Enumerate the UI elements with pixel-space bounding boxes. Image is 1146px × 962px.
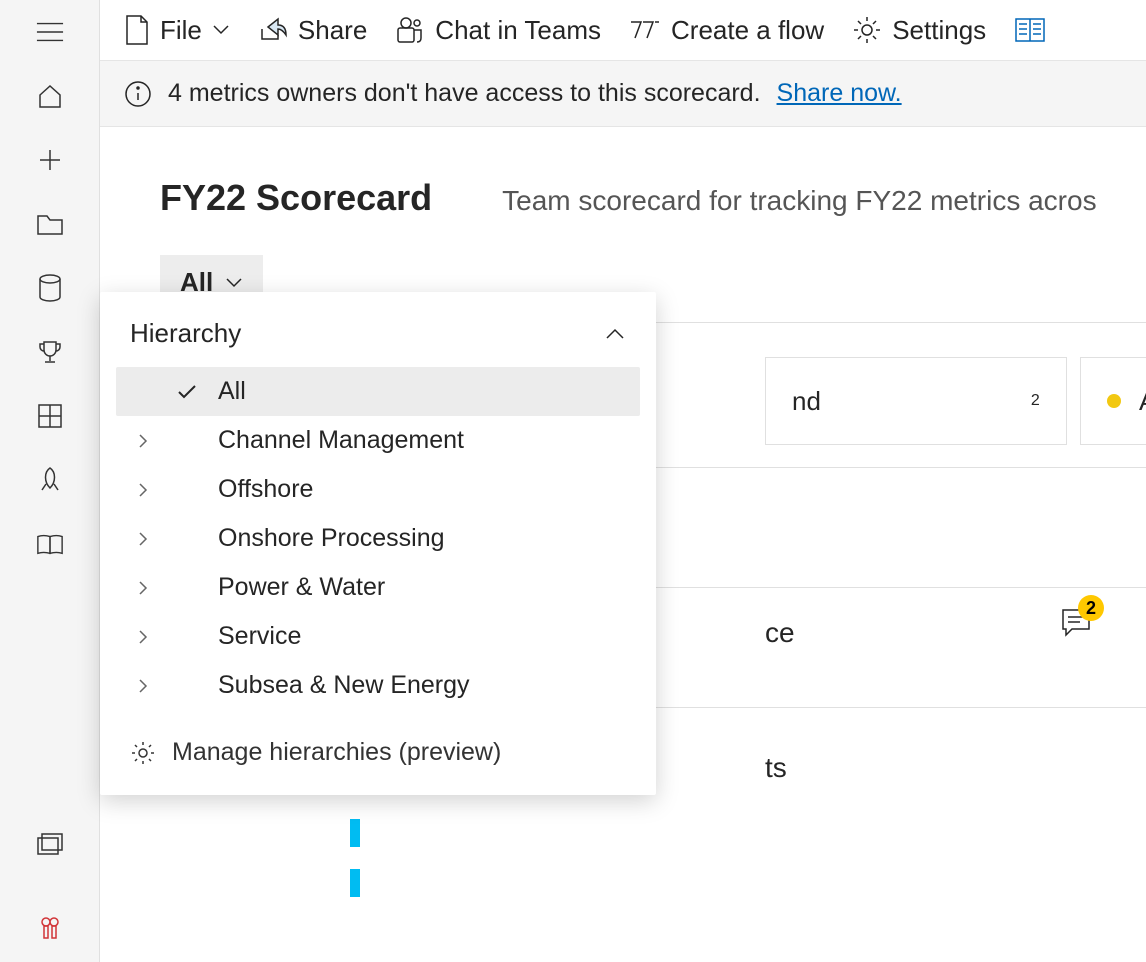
file-menu[interactable]: File (124, 14, 230, 46)
text-fragment-ce: ce (765, 617, 795, 649)
book-icon[interactable] (36, 530, 64, 558)
share-now-link[interactable]: Share now. (777, 79, 902, 108)
hamburger-icon[interactable] (36, 18, 64, 46)
toolbar: File Share Chat in Teams Create a flow S… (100, 0, 1146, 61)
hierarchy-item-power-water[interactable]: Power & Water (116, 563, 640, 612)
hierarchy-item-onshore-processing[interactable]: Onshore Processing (116, 514, 640, 563)
share-icon (258, 17, 288, 43)
banner-text: 4 metrics owners don't have access to th… (168, 79, 761, 108)
behind-count: 2 (1031, 392, 1040, 410)
settings-label: Settings (892, 15, 986, 46)
hierarchy-item-label: Offshore (218, 475, 313, 504)
timeline-tick (350, 869, 360, 897)
page-title: FY22 Scorecard (160, 177, 432, 219)
hierarchy-item-label: Power & Water (218, 573, 385, 602)
plus-icon[interactable] (36, 146, 64, 174)
hierarchy-item-label: Channel Management (218, 426, 464, 455)
hierarchy-item-subsea-new-energy[interactable]: Subsea & New Energy (116, 661, 640, 710)
text-fragment-ts: ts (765, 752, 787, 784)
chevron-right-icon (137, 628, 149, 646)
chevron-right-icon (137, 677, 149, 695)
create-flow-button[interactable]: Create a flow (629, 15, 824, 46)
hierarchy-item-label: All (218, 377, 246, 406)
file-label: File (160, 15, 202, 46)
chevron-right-icon (137, 530, 149, 548)
people-icon[interactable] (36, 914, 64, 942)
share-label: Share (298, 15, 367, 46)
hierarchy-item-label: Subsea & New Energy (218, 671, 470, 700)
chevron-up-icon[interactable] (604, 327, 626, 341)
teams-icon (395, 16, 425, 44)
card-fragment: nd (792, 386, 821, 417)
manage-hierarchies-label: Manage hierarchies (preview) (172, 738, 501, 767)
notes-indicator[interactable]: 2 (1060, 607, 1092, 642)
timeline-tick (350, 819, 360, 847)
database-icon[interactable] (36, 274, 64, 302)
hierarchy-item-service[interactable]: Service (116, 612, 640, 661)
hierarchy-item-channel-management[interactable]: Channel Management (116, 416, 640, 465)
hierarchy-item-all[interactable]: All (116, 367, 640, 416)
chevron-right-icon (137, 579, 149, 597)
status-dot-yellow (1107, 394, 1121, 408)
manage-hierarchies-link[interactable]: Manage hierarchies (preview) (116, 710, 640, 771)
folder-icon[interactable] (36, 210, 64, 238)
status-card-at-risk[interactable]: At ri (1080, 357, 1146, 445)
settings-button[interactable]: Settings (852, 15, 986, 46)
reading-icon (1014, 17, 1046, 43)
chat-label: Chat in Teams (435, 15, 601, 46)
workspaces-icon[interactable] (36, 830, 64, 858)
hierarchy-dropdown: Hierarchy All Channel Management Offsho (100, 292, 656, 795)
content-area: FY22 Scorecard Team scorecard for tracki… (100, 127, 1146, 310)
info-banner: 4 metrics owners don't have access to th… (100, 61, 1146, 127)
flow-icon (629, 18, 661, 42)
gear-icon (130, 740, 156, 766)
hierarchy-item-label: Onshore Processing (218, 524, 445, 553)
share-button[interactable]: Share (258, 15, 367, 46)
chevron-right-icon (137, 432, 149, 450)
left-nav-rail (0, 0, 100, 962)
main-area: File Share Chat in Teams Create a flow S… (100, 0, 1146, 962)
rocket-icon[interactable] (36, 466, 64, 494)
check-icon (176, 383, 198, 401)
at-risk-label: At ri (1139, 386, 1146, 417)
grid-icon[interactable] (36, 402, 64, 430)
chat-teams-button[interactable]: Chat in Teams (395, 15, 601, 46)
notes-count: 2 (1078, 595, 1104, 621)
chevron-down-icon (212, 24, 230, 36)
info-icon (124, 80, 152, 108)
trophy-icon[interactable] (36, 338, 64, 366)
page-subtitle: Team scorecard for tracking FY22 metrics… (502, 185, 1096, 217)
flow-label: Create a flow (671, 15, 824, 46)
gear-icon (852, 15, 882, 45)
status-card-behind[interactable]: nd 2 (765, 357, 1067, 445)
home-icon[interactable] (36, 82, 64, 110)
hierarchy-item-offshore[interactable]: Offshore (116, 465, 640, 514)
chevron-right-icon (137, 481, 149, 499)
hierarchy-item-label: Service (218, 622, 301, 651)
chevron-down-icon (225, 277, 243, 289)
reading-view-button[interactable] (1014, 17, 1046, 43)
dropdown-title: Hierarchy (130, 318, 241, 349)
file-icon (124, 14, 150, 46)
